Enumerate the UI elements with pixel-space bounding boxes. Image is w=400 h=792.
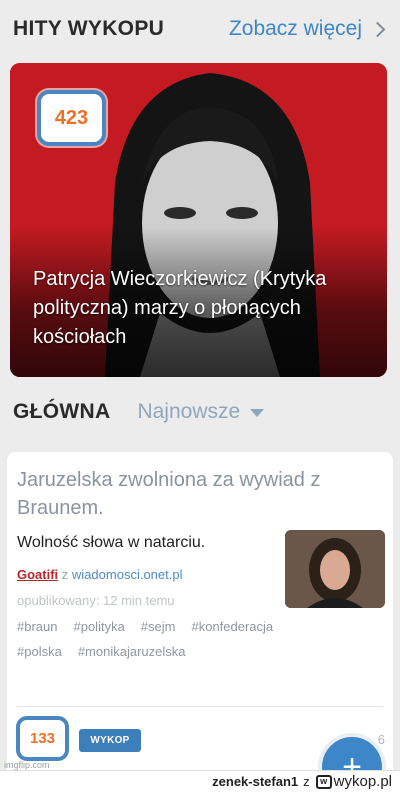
tag-konfederacja[interactable]: #konfederacja bbox=[191, 618, 273, 635]
main-section-header: GŁÓWNA Najnowsze bbox=[0, 392, 400, 432]
hits-header: HITY WYKOPU Zobacz więcej bbox=[0, 0, 400, 58]
hits-title: HITY WYKOPU bbox=[13, 17, 165, 40]
see-more-label: Zobacz więcej bbox=[228, 17, 362, 40]
hero-score-badge[interactable]: 423 bbox=[37, 90, 106, 146]
link-thumbnail[interactable] bbox=[285, 530, 385, 608]
tag-polska[interactable]: #polska bbox=[17, 643, 62, 660]
tag-monikajaruzelska[interactable]: #monikajaruzelska bbox=[78, 643, 186, 660]
source-prefix: z bbox=[61, 567, 69, 582]
footer-from: z bbox=[303, 774, 310, 789]
tag-list: #braun #polityka #sejm #konfederacja #po… bbox=[17, 618, 297, 660]
source-domain-link[interactable]: wiadomosci.onet.pl bbox=[72, 567, 183, 582]
tag-braun[interactable]: #braun bbox=[17, 618, 57, 635]
footer-brand: wykop.pl bbox=[333, 773, 392, 790]
comments-count[interactable]: 6 bbox=[378, 732, 385, 747]
wykop-button[interactable]: WYKOP bbox=[79, 729, 141, 752]
tag-polityka[interactable]: #polityka bbox=[73, 618, 124, 635]
hero-title[interactable]: Patrycja Wieczorkiewicz (Krytyka polityc… bbox=[33, 265, 373, 352]
sort-dropdown[interactable]: Najnowsze bbox=[137, 400, 265, 424]
chevron-right-icon bbox=[369, 21, 386, 37]
thumbnail-photo bbox=[285, 530, 385, 608]
footer-bar: zenek-stefan1 z w wykop.pl bbox=[0, 770, 400, 792]
hit-card[interactable]: 423 Patrycja Wieczorkiewicz (Krytyka pol… bbox=[10, 63, 387, 377]
imgflip-watermark: imgflip.com bbox=[4, 760, 50, 770]
divider bbox=[17, 706, 383, 707]
tag-sejm[interactable]: #sejm bbox=[141, 618, 176, 635]
sort-label: Najnowsze bbox=[137, 400, 241, 423]
section-title: GŁÓWNA bbox=[13, 400, 111, 423]
source-line: Goatifi z wiadomosci.onet.pl bbox=[17, 567, 182, 582]
wykop-logo-icon: w bbox=[315, 774, 332, 789]
author-link[interactable]: Goatifi bbox=[17, 567, 58, 582]
published-time: opublikowany: 12 min temu bbox=[17, 593, 175, 608]
caret-down-icon bbox=[250, 409, 265, 417]
see-more-link[interactable]: Zobacz więcej bbox=[229, 17, 387, 41]
link-title[interactable]: Jaruzelska zwolniona za wywiad z Braunem… bbox=[17, 466, 357, 522]
link-description: Wolność słowa w natarciu. bbox=[17, 534, 206, 551]
footer-username[interactable]: zenek-stefan1 bbox=[212, 774, 298, 789]
link-score-badge[interactable]: 133 bbox=[16, 716, 69, 761]
